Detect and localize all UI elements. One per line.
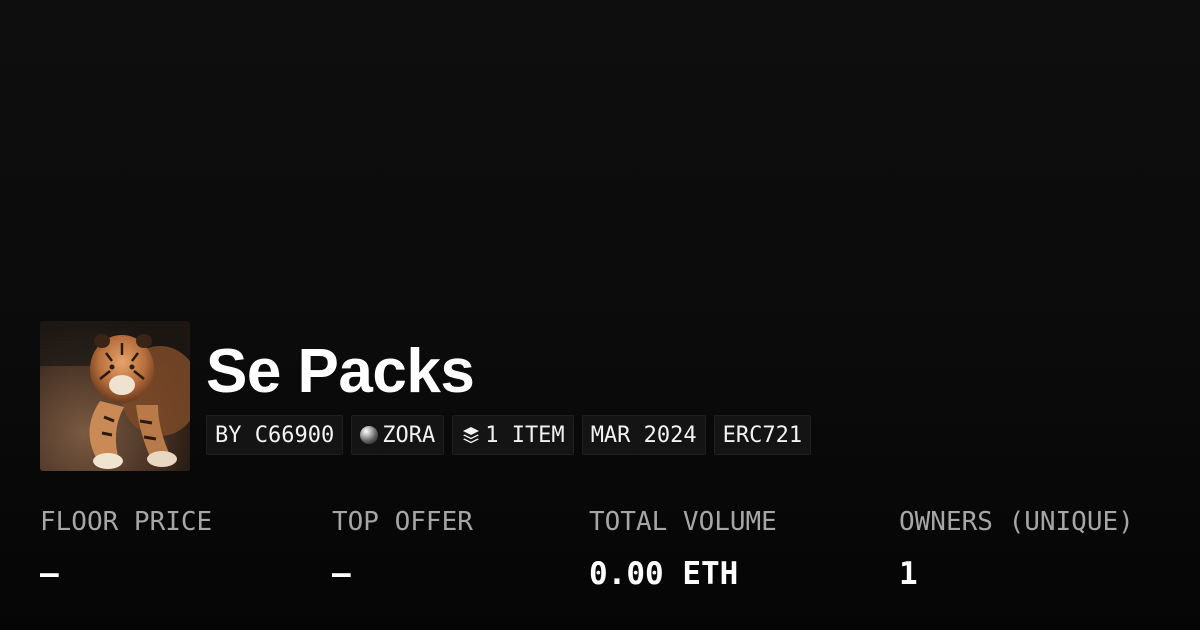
collection-tag-row: BY C66900 ZORA 1 ITEM MAR 2024 ERC721	[206, 415, 812, 455]
owners-label: OWNERS (UNIQUE)	[899, 507, 1134, 537]
standard-tag: ERC721	[713, 415, 812, 455]
collection-thumbnail[interactable]	[40, 321, 190, 471]
floor-price-stat: FLOOR PRICE –	[40, 505, 212, 593]
owners-value: 1	[899, 556, 918, 592]
floor-price-label: FLOOR PRICE	[40, 507, 213, 537]
items-tag-label: 1 ITEM	[485, 422, 565, 448]
top-offer-stat: TOP OFFER –	[332, 505, 473, 593]
layers-icon	[461, 425, 481, 445]
top-offer-label: TOP OFFER	[332, 507, 473, 537]
creator-tag[interactable]: BY C66900	[206, 415, 344, 455]
chain-tag[interactable]: ZORA	[351, 415, 445, 455]
chain-tag-label: ZORA	[382, 422, 436, 448]
standard-tag-label: ERC721	[722, 422, 803, 448]
date-tag: MAR 2024	[581, 415, 706, 455]
date-tag-label: MAR 2024	[590, 422, 697, 448]
total-volume-stat: TOTAL VOLUME 0.00 ETH	[589, 505, 777, 593]
items-tag[interactable]: 1 ITEM	[452, 415, 574, 455]
creator-tag-label: BY C66900	[215, 422, 335, 448]
tiger-photo-icon	[40, 321, 190, 471]
collection-share-card: Se Packs BY C66900 ZORA 1 ITEM MAR 2024 …	[0, 0, 1200, 630]
zora-orb-icon	[360, 426, 379, 444]
owners-stat: OWNERS (UNIQUE) 1	[899, 505, 1134, 593]
top-offer-value: –	[332, 556, 351, 592]
total-volume-value: 0.00 ETH	[589, 556, 739, 592]
total-volume-label: TOTAL VOLUME	[589, 507, 777, 537]
collection-title: Se Packs	[206, 337, 475, 406]
floor-price-value: –	[40, 556, 59, 592]
